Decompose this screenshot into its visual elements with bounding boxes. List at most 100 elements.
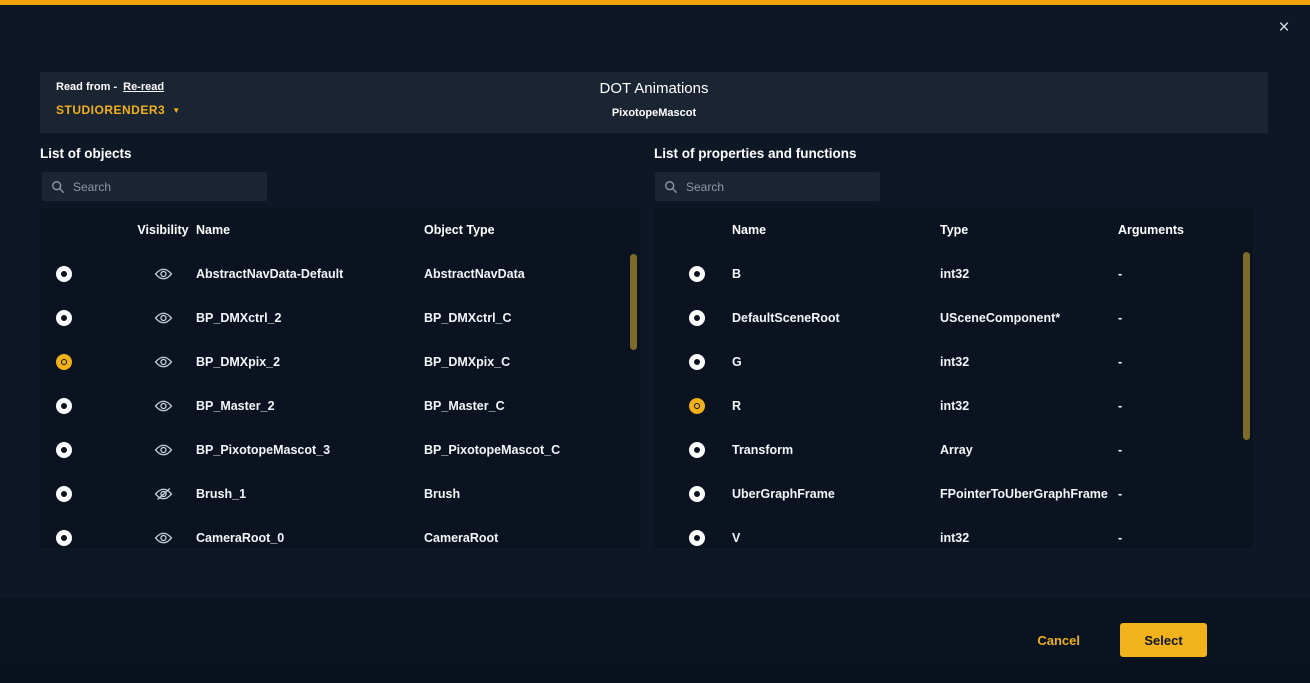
column-header-name: Name	[196, 223, 424, 237]
source-dropdown-value: STUDIORENDER3	[56, 103, 165, 117]
object-name: BP_DMXctrl_2	[196, 311, 424, 325]
column-header-arguments: Arguments	[1118, 223, 1253, 237]
property-type: int32	[940, 267, 1118, 281]
eye-icon[interactable]	[154, 355, 173, 369]
object-type: Brush	[424, 487, 640, 501]
radio-button[interactable]	[689, 530, 705, 546]
read-from-label: Read from -	[56, 81, 117, 93]
objects-table-header: Visibility Name Object Type	[40, 208, 640, 252]
radio-button[interactable]	[689, 486, 705, 502]
properties-panel-title: List of properties and functions	[654, 146, 857, 161]
column-header-type: Type	[940, 223, 1118, 237]
radio-button[interactable]	[56, 486, 72, 502]
radio-button[interactable]	[689, 354, 705, 370]
property-arguments: -	[1118, 311, 1253, 325]
object-row[interactable]: CameraRoot_0CameraRoot	[40, 516, 640, 548]
object-row[interactable]: BP_PixotopeMascot_3BP_PixotopeMascot_C	[40, 428, 640, 472]
object-row[interactable]: BP_DMXctrl_2BP_DMXctrl_C	[40, 296, 640, 340]
object-name: BP_PixotopeMascot_3	[196, 443, 424, 457]
eye-icon[interactable]	[154, 311, 173, 325]
object-type: CameraRoot	[424, 531, 640, 545]
properties-search	[655, 172, 880, 201]
radio-button[interactable]	[689, 266, 705, 282]
property-type: int32	[940, 531, 1118, 545]
property-row[interactable]: Rint32-	[654, 384, 1253, 428]
property-arguments: -	[1118, 355, 1253, 369]
objects-panel-title: List of objects	[40, 146, 132, 161]
dialog-header: Read from - Re-read STUDIORENDER3 ▼ DOT …	[40, 72, 1268, 133]
cancel-button[interactable]: Cancel	[1037, 633, 1080, 648]
dialog-header-center: DOT Animations PixotopeMascot	[40, 72, 1268, 133]
property-row[interactable]: DefaultSceneRootUSceneComponent*-	[654, 296, 1253, 340]
object-type: BP_Master_C	[424, 399, 640, 413]
search-icon	[51, 180, 65, 194]
object-type: BP_DMXpix_C	[424, 355, 640, 369]
properties-table: Name Type Arguments Bint32-DefaultSceneR…	[654, 208, 1253, 548]
object-name: AbstractNavData-Default	[196, 267, 424, 281]
eye-icon[interactable]	[154, 531, 173, 545]
eye-icon[interactable]	[154, 267, 173, 281]
objects-table-body: AbstractNavData-DefaultAbstractNavDataBP…	[40, 252, 640, 548]
object-row[interactable]: BP_Master_2BP_Master_C	[40, 384, 640, 428]
radio-button[interactable]	[56, 530, 72, 546]
source-dropdown[interactable]: STUDIORENDER3 ▼	[56, 103, 180, 117]
dialog-header-left: Read from - Re-read STUDIORENDER3 ▼	[56, 81, 180, 117]
properties-scrollbar-thumb[interactable]	[1243, 252, 1250, 440]
object-name: Brush_1	[196, 487, 424, 501]
property-arguments: -	[1118, 399, 1253, 413]
objects-table: Visibility Name Object Type AbstractNavD…	[40, 208, 640, 548]
object-name: BP_DMXpix_2	[196, 355, 424, 369]
dialog-subtitle: PixotopeMascot	[612, 107, 696, 119]
object-row[interactable]: BP_DMXpix_2BP_DMXpix_C	[40, 340, 640, 384]
column-header-visibility: Visibility	[96, 223, 196, 237]
object-row[interactable]: AbstractNavData-DefaultAbstractNavData	[40, 252, 640, 296]
property-name: UberGraphFrame	[732, 487, 940, 501]
property-row[interactable]: Vint32-	[654, 516, 1253, 548]
close-icon[interactable]: ×	[1272, 16, 1296, 40]
property-row[interactable]: Bint32-	[654, 252, 1253, 296]
search-icon	[664, 180, 678, 194]
eye-icon[interactable]	[154, 443, 173, 457]
properties-search-input[interactable]	[686, 180, 871, 194]
properties-table-body: Bint32-DefaultSceneRootUSceneComponent*-…	[654, 252, 1253, 548]
property-arguments: -	[1118, 531, 1253, 545]
object-type: AbstractNavData	[424, 267, 640, 281]
object-row[interactable]: Brush_1Brush	[40, 472, 640, 516]
radio-button[interactable]	[56, 354, 72, 370]
objects-search-input[interactable]	[73, 180, 258, 194]
page-background-strip	[0, 660, 1310, 683]
property-type: Array	[940, 443, 1118, 457]
radio-button[interactable]	[689, 398, 705, 414]
property-name: V	[732, 531, 940, 545]
property-name: B	[732, 267, 940, 281]
column-header-object-type: Object Type	[424, 223, 640, 237]
property-arguments: -	[1118, 443, 1253, 457]
chevron-down-icon: ▼	[172, 106, 180, 115]
property-row[interactable]: UberGraphFrameFPointerToUberGraphFrame-	[654, 472, 1253, 516]
reread-link[interactable]: Re-read	[123, 81, 164, 93]
property-row[interactable]: Gint32-	[654, 340, 1253, 384]
object-name: CameraRoot_0	[196, 531, 424, 545]
radio-button[interactable]	[56, 442, 72, 458]
property-type: int32	[940, 355, 1118, 369]
radio-button[interactable]	[56, 310, 72, 326]
select-button[interactable]: Select	[1120, 623, 1207, 657]
radio-button[interactable]	[56, 398, 72, 414]
properties-table-header: Name Type Arguments	[654, 208, 1253, 252]
eye-off-icon[interactable]	[154, 487, 173, 501]
property-type: USceneComponent*	[940, 311, 1118, 325]
property-arguments: -	[1118, 267, 1253, 281]
object-type: BP_PixotopeMascot_C	[424, 443, 640, 457]
property-type: FPointerToUberGraphFrame	[940, 487, 1118, 501]
radio-button[interactable]	[689, 442, 705, 458]
object-type: BP_DMXctrl_C	[424, 311, 640, 325]
property-name: R	[732, 399, 940, 413]
objects-scrollbar-thumb[interactable]	[630, 254, 637, 350]
radio-button[interactable]	[56, 266, 72, 282]
property-type: int32	[940, 399, 1118, 413]
eye-icon[interactable]	[154, 399, 173, 413]
column-header-name: Name	[732, 223, 940, 237]
radio-button[interactable]	[689, 310, 705, 326]
property-arguments: -	[1118, 487, 1253, 501]
property-row[interactable]: TransformArray-	[654, 428, 1253, 472]
